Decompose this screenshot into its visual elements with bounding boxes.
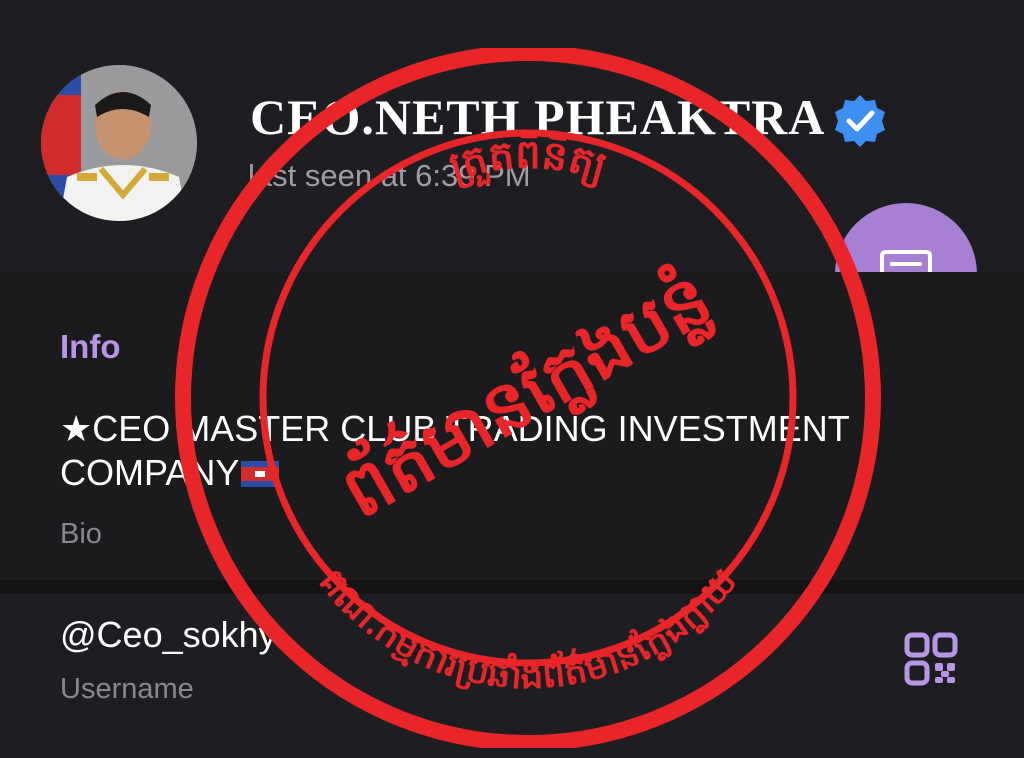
qr-code-icon[interactable]	[904, 632, 958, 686]
avatar[interactable]	[41, 65, 197, 221]
last-seen-status: last seen at 6:39 PM	[248, 158, 531, 193]
username-label: Username	[60, 673, 194, 705]
cambodia-flag-icon	[241, 461, 280, 487]
profile-name: CEO.NETH PHEAKTRA	[250, 89, 826, 145]
bio-value: ★CEO MASTER CLUB TRADING INVESTMENT COMP…	[60, 408, 850, 493]
avatar-image	[41, 65, 197, 221]
verified-check-icon	[835, 95, 885, 147]
username-value[interactable]: @Ceo_sokhy	[60, 614, 277, 656]
section-divider	[0, 580, 1024, 594]
bio-text[interactable]: ★CEO MASTER CLUB TRADING INVESTMENT COMP…	[60, 407, 920, 495]
bio-label: Bio	[60, 518, 102, 550]
info-section-title: Info	[60, 328, 121, 365]
